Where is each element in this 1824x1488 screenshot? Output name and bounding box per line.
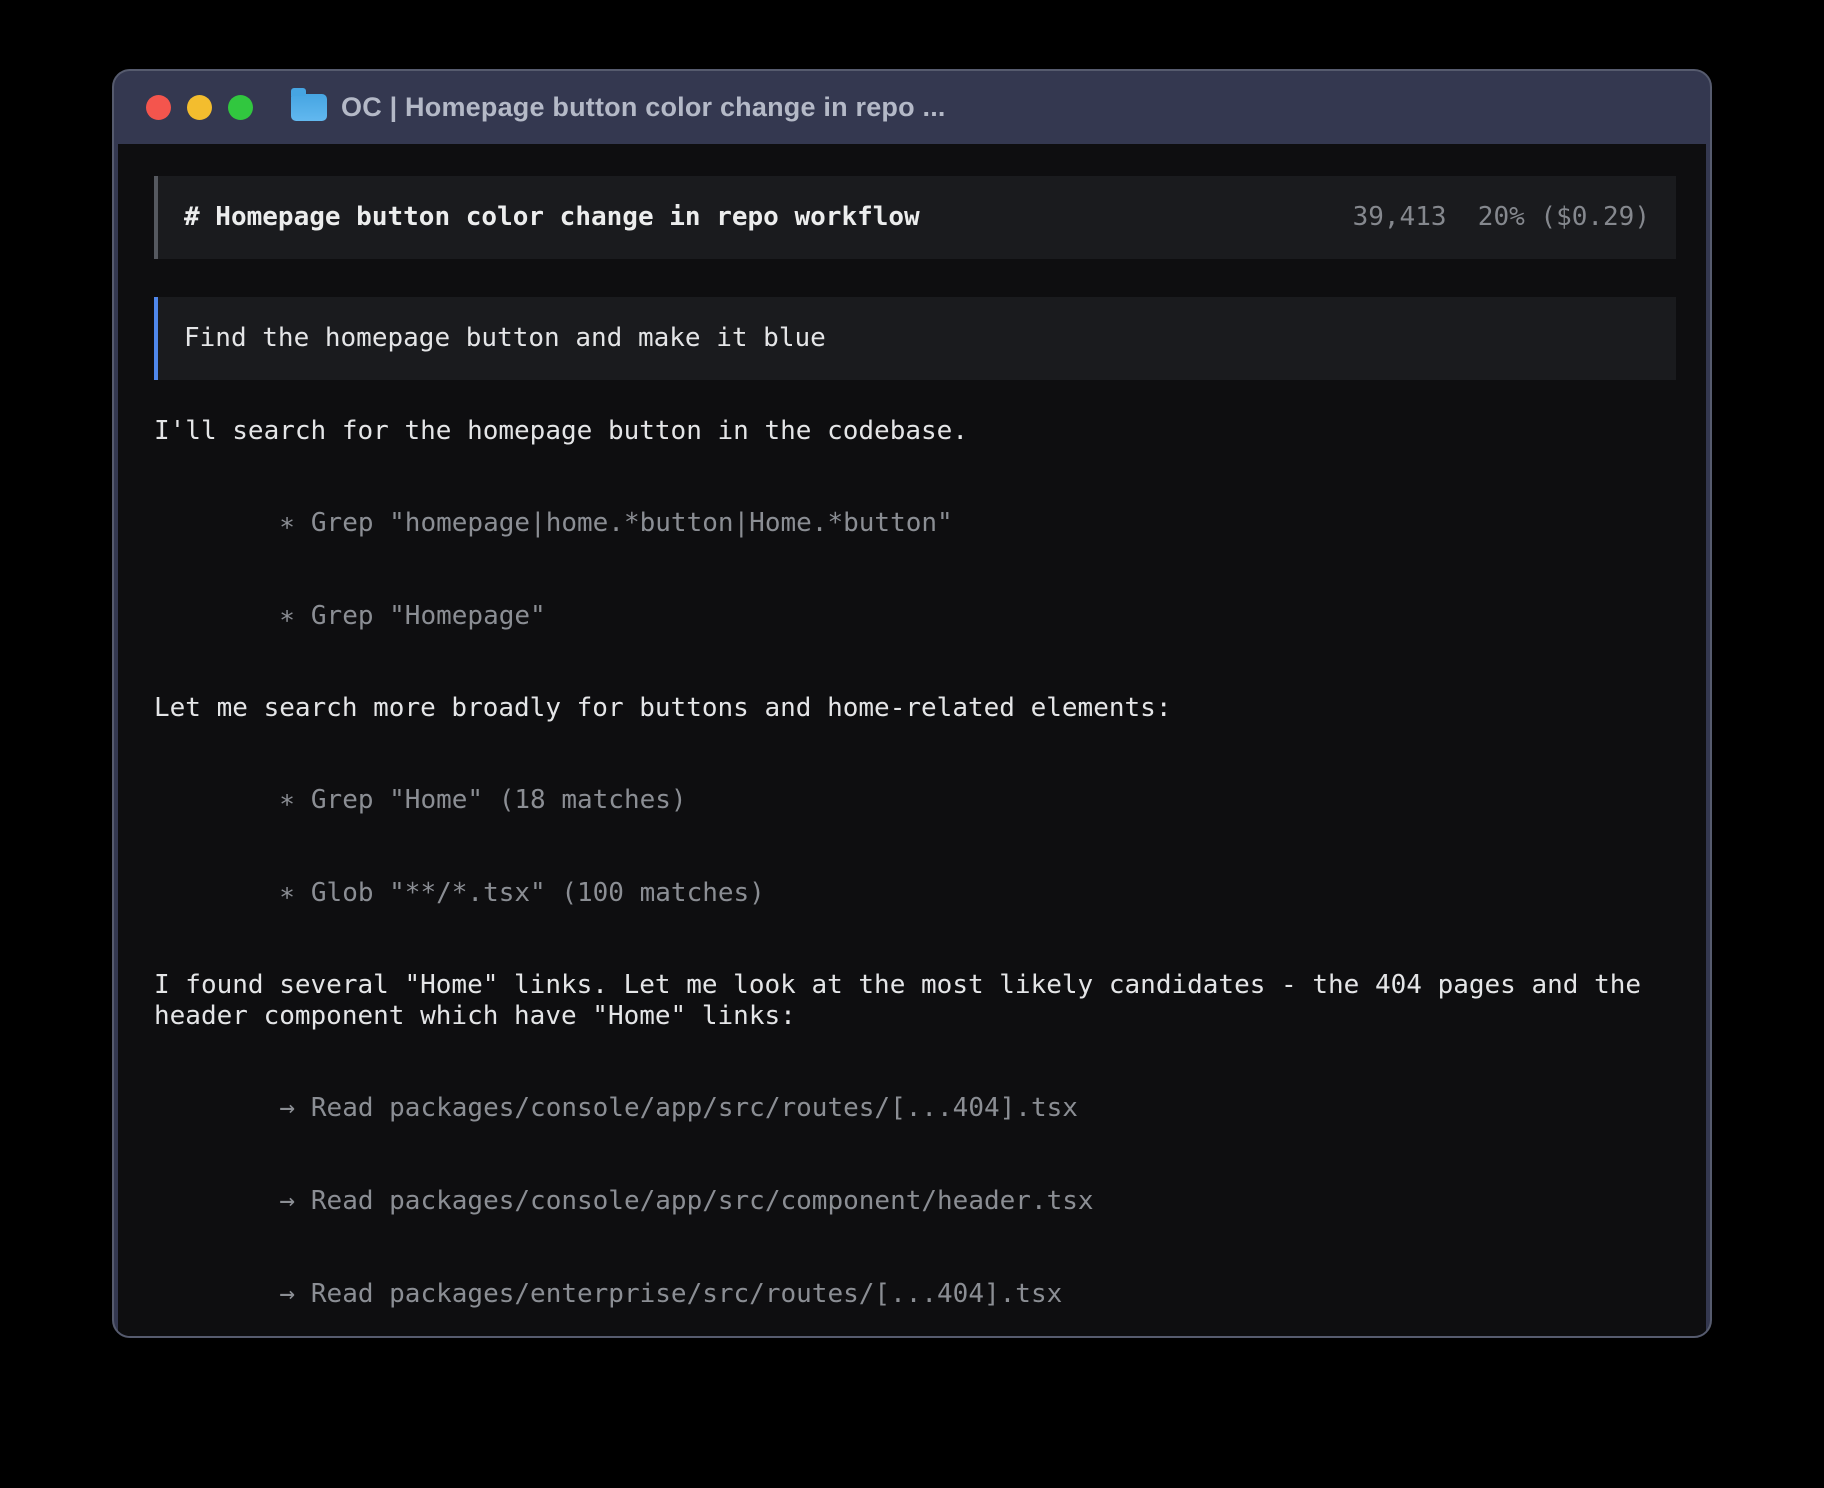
- tool-call-grep: ∗ Grep "Homepage": [154, 570, 1676, 663]
- asterisk-icon: ∗: [279, 785, 295, 815]
- tool-call-group: → Read packages/console/app/src/routes/[.…: [154, 1062, 1676, 1338]
- tool-call-text: Read packages/console/app/src/routes/[..…: [311, 1093, 1078, 1123]
- asterisk-icon: ∗: [279, 601, 295, 631]
- tool-call-text: Glob "**/*.tsx" (100 matches): [311, 878, 765, 908]
- tool-call-text: Grep "Home" (18 matches): [311, 785, 687, 815]
- tool-call-read: → Read packages/console/app/src/routes/[.…: [154, 1062, 1676, 1155]
- tool-call-grep: ∗ Grep "Home" (18 matches): [154, 754, 1676, 847]
- window-title: OC | Homepage button color change in rep…: [341, 92, 946, 123]
- user-message-text: Find the homepage button and make it blu…: [184, 323, 826, 353]
- close-button[interactable]: [146, 95, 171, 120]
- tool-call-read: → Read packages/enterprise/src/routes/[..…: [154, 1248, 1676, 1338]
- terminal-content: # Homepage button color change in repo w…: [118, 144, 1706, 1338]
- session-title: # Homepage button color change in repo w…: [184, 202, 920, 233]
- tool-call-read: → Read packages/console/app/src/component…: [154, 1155, 1676, 1248]
- folder-icon: [291, 94, 327, 121]
- user-message: Find the homepage button and make it blu…: [154, 297, 1676, 380]
- session-stats: 39,413 20% ($0.29): [1353, 202, 1650, 233]
- arrow-right-icon: →: [279, 1186, 295, 1216]
- assistant-text: I'll search for the homepage button in t…: [154, 416, 1676, 447]
- tool-call-text: Grep "homepage|home.*button|Home.*button…: [311, 508, 953, 538]
- tool-call-text: Grep "Homepage": [311, 601, 546, 631]
- terminal-window: OC | Homepage button color change in rep…: [112, 69, 1712, 1338]
- tool-call-glob: ∗ Glob "**/*.tsx" (100 matches): [154, 847, 1676, 940]
- titlebar: OC | Homepage button color change in rep…: [114, 71, 1710, 144]
- tool-call-text: Read packages/enterprise/src/routes/[...…: [311, 1279, 1062, 1309]
- tool-call-grep: ∗ Grep "homepage|home.*button|Home.*butto…: [154, 477, 1676, 570]
- asterisk-icon: ∗: [279, 878, 295, 908]
- arrow-right-icon: →: [279, 1279, 295, 1309]
- tool-call-group: ∗ Grep "homepage|home.*button|Home.*butto…: [154, 477, 1676, 663]
- assistant-text: Let me search more broadly for buttons a…: [154, 693, 1676, 724]
- fullscreen-button[interactable]: [228, 95, 253, 120]
- tool-call-group: ∗ Grep "Home" (18 matches) ∗ Glob "**/*.ts…: [154, 754, 1676, 940]
- asterisk-icon: ∗: [279, 508, 295, 538]
- traffic-lights: [146, 95, 253, 120]
- assistant-text: I found several "Home" links. Let me loo…: [154, 970, 1676, 1032]
- tool-call-text: Read packages/console/app/src/component/…: [311, 1186, 1094, 1216]
- minimize-button[interactable]: [187, 95, 212, 120]
- arrow-right-icon: →: [279, 1093, 295, 1123]
- session-header: # Homepage button color change in repo w…: [154, 176, 1676, 259]
